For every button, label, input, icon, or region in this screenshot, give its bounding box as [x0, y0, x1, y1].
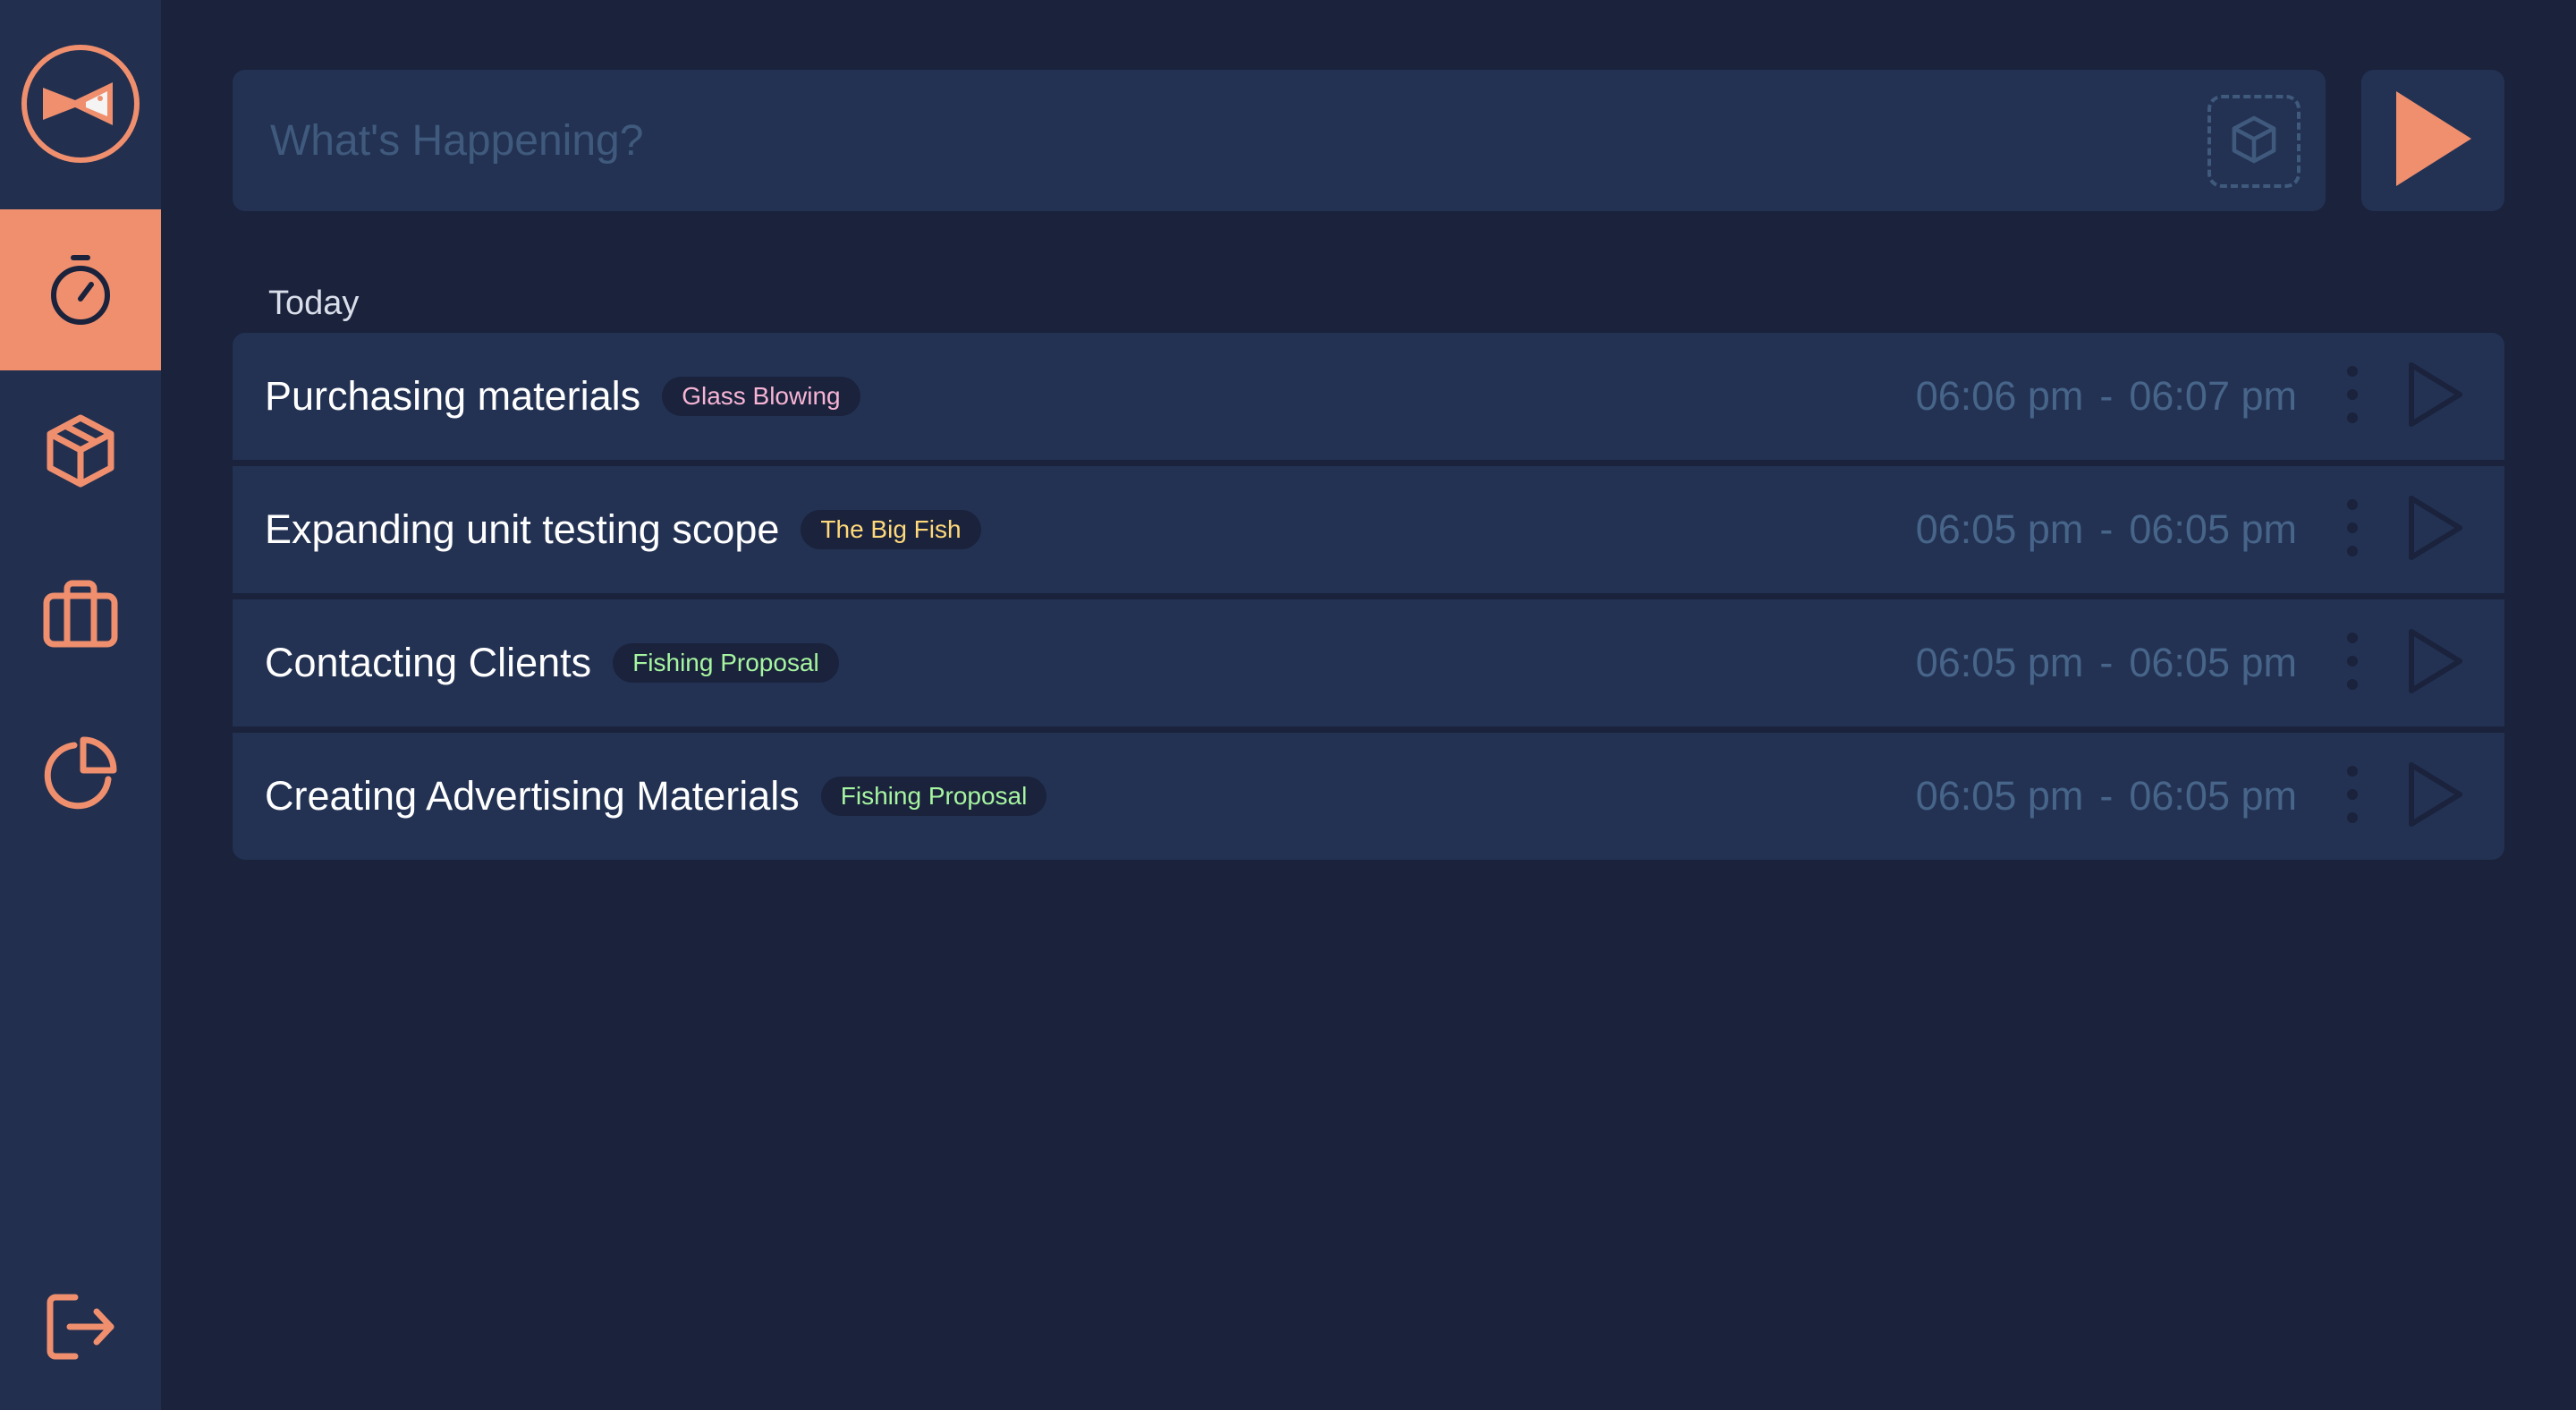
more-vertical-icon — [2346, 765, 2359, 828]
continue-entry-button[interactable] — [2399, 360, 2472, 433]
time-entry-list: Purchasing materials Glass Blowing 06:06… — [233, 333, 2504, 860]
time-separator: - — [2099, 773, 2114, 819]
time-separator: - — [2099, 506, 2114, 552]
more-options-button[interactable] — [2333, 628, 2372, 698]
more-options-button[interactable] — [2333, 761, 2372, 831]
more-vertical-icon — [2346, 365, 2359, 429]
play-outline-icon — [2408, 628, 2463, 699]
time-separator: - — [2099, 640, 2114, 685]
time-entry-row[interactable]: Purchasing materials Glass Blowing 06:06… — [233, 333, 2504, 460]
play-outline-icon — [2408, 495, 2463, 565]
sidebar-item-projects[interactable] — [0, 370, 161, 531]
briefcase-icon — [42, 580, 119, 648]
play-outline-icon — [2408, 361, 2463, 432]
more-options-button[interactable] — [2333, 495, 2372, 565]
entry-end-time: 06:05 pm — [2129, 773, 2297, 819]
project-tag[interactable]: The Big Fish — [801, 510, 981, 549]
entry-end-time: 06:07 pm — [2129, 373, 2297, 419]
time-entry-row[interactable]: Contacting Clients Fishing Proposal 06:0… — [233, 599, 2504, 726]
entry-end-time: 06:05 pm — [2129, 506, 2297, 552]
fish-logo[interactable] — [20, 43, 141, 165]
entry-start-time: 06:05 pm — [1915, 506, 2084, 552]
time-separator: - — [2099, 373, 2114, 419]
time-entry-row[interactable]: Creating Advertising Materials Fishing P… — [233, 733, 2504, 860]
time-entry-bar — [233, 70, 2326, 211]
project-tag[interactable]: Fishing Proposal — [820, 777, 1047, 816]
play-icon — [2393, 89, 2473, 192]
more-vertical-icon — [2346, 632, 2359, 695]
time-entry-row[interactable]: Expanding unit testing scope The Big Fis… — [233, 466, 2504, 593]
entry-end-time: 06:05 pm — [2129, 640, 2297, 685]
entry-description[interactable]: Creating Advertising Materials — [265, 773, 800, 820]
sidebar — [0, 0, 161, 1410]
entry-description[interactable]: Contacting Clients — [265, 640, 591, 686]
stopwatch-icon — [47, 252, 114, 327]
start-timer-button[interactable] — [2361, 70, 2504, 211]
pie-chart-icon — [42, 735, 119, 811]
more-vertical-icon — [2346, 498, 2359, 562]
entry-description[interactable]: Purchasing materials — [265, 373, 640, 420]
entry-description[interactable]: Expanding unit testing scope — [265, 506, 779, 553]
continue-entry-button[interactable] — [2399, 493, 2472, 566]
project-tag[interactable]: Glass Blowing — [662, 377, 860, 416]
cube-icon — [2231, 115, 2277, 169]
continue-entry-button[interactable] — [2399, 626, 2472, 700]
sidebar-item-reports[interactable] — [0, 692, 161, 854]
logout-button[interactable] — [0, 1253, 161, 1405]
play-outline-icon — [2408, 761, 2463, 832]
entry-start-time: 06:05 pm — [1915, 773, 2084, 819]
entry-start-time: 06:05 pm — [1915, 640, 2084, 685]
entry-time-range[interactable]: 06:05 pm - 06:05 pm — [1916, 466, 2297, 593]
entry-time-range[interactable]: 06:05 pm - 06:05 pm — [1916, 733, 2297, 860]
day-label: Today — [268, 285, 360, 322]
sidebar-item-timer[interactable] — [0, 209, 161, 370]
continue-entry-button[interactable] — [2399, 760, 2472, 833]
entry-time-range[interactable]: 06:06 pm - 06:07 pm — [1916, 333, 2297, 460]
project-tag[interactable]: Fishing Proposal — [613, 643, 839, 683]
more-options-button[interactable] — [2333, 361, 2372, 431]
cube-icon — [45, 412, 116, 489]
description-input[interactable] — [268, 70, 2147, 211]
project-picker-button[interactable] — [2207, 95, 2301, 188]
entry-time-range[interactable]: 06:05 pm - 06:05 pm — [1916, 599, 2297, 726]
entry-start-time: 06:06 pm — [1915, 373, 2084, 419]
logout-icon — [45, 1292, 116, 1366]
sidebar-item-clients[interactable] — [0, 533, 161, 694]
